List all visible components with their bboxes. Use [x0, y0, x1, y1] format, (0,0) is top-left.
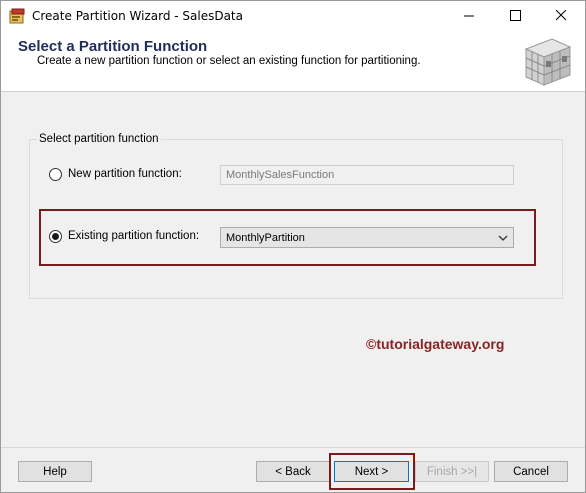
existing-function-label[interactable]: Existing partition function: [68, 230, 199, 242]
existing-function-radio[interactable] [49, 230, 62, 243]
close-icon [555, 9, 567, 24]
finish-button: Finish >>| [415, 461, 489, 482]
title-bar[interactable]: Create Partition Wizard - SalesData [1, 1, 585, 32]
new-function-label[interactable]: New partition function: [68, 168, 182, 180]
new-function-radio[interactable] [49, 168, 62, 181]
footer-divider [1, 447, 585, 448]
wizard-app-icon [9, 8, 26, 25]
existing-function-select[interactable]: MonthlyPartition [220, 227, 514, 248]
wizard-window: Create Partition Wizard - SalesData Sele… [0, 0, 586, 493]
next-button[interactable]: Next > [334, 461, 409, 482]
cancel-button[interactable]: Cancel [494, 461, 568, 482]
help-button[interactable]: Help [18, 461, 92, 482]
radio-selected-dot [52, 233, 59, 240]
maximize-icon [509, 9, 521, 24]
window-title: Create Partition Wizard - SalesData [32, 9, 243, 23]
page-description: Create a new partition function or selec… [37, 55, 421, 67]
close-button[interactable] [538, 1, 584, 32]
maximize-button[interactable] [492, 1, 538, 32]
minimize-button[interactable] [446, 1, 492, 32]
new-function-name-input: MonthlySalesFunction [220, 165, 514, 185]
wizard-header: Select a Partition Function Create a new… [1, 32, 585, 92]
partition-cube-icon [522, 35, 574, 87]
group-label: Select partition function [37, 133, 161, 145]
page-title: Select a Partition Function [18, 38, 208, 55]
back-button[interactable]: < Back [256, 461, 330, 482]
minimize-icon [463, 10, 475, 24]
existing-function-value: MonthlyPartition [226, 232, 305, 244]
chevron-down-icon [498, 233, 508, 243]
watermark-text: ©tutorialgateway.org [366, 336, 505, 352]
